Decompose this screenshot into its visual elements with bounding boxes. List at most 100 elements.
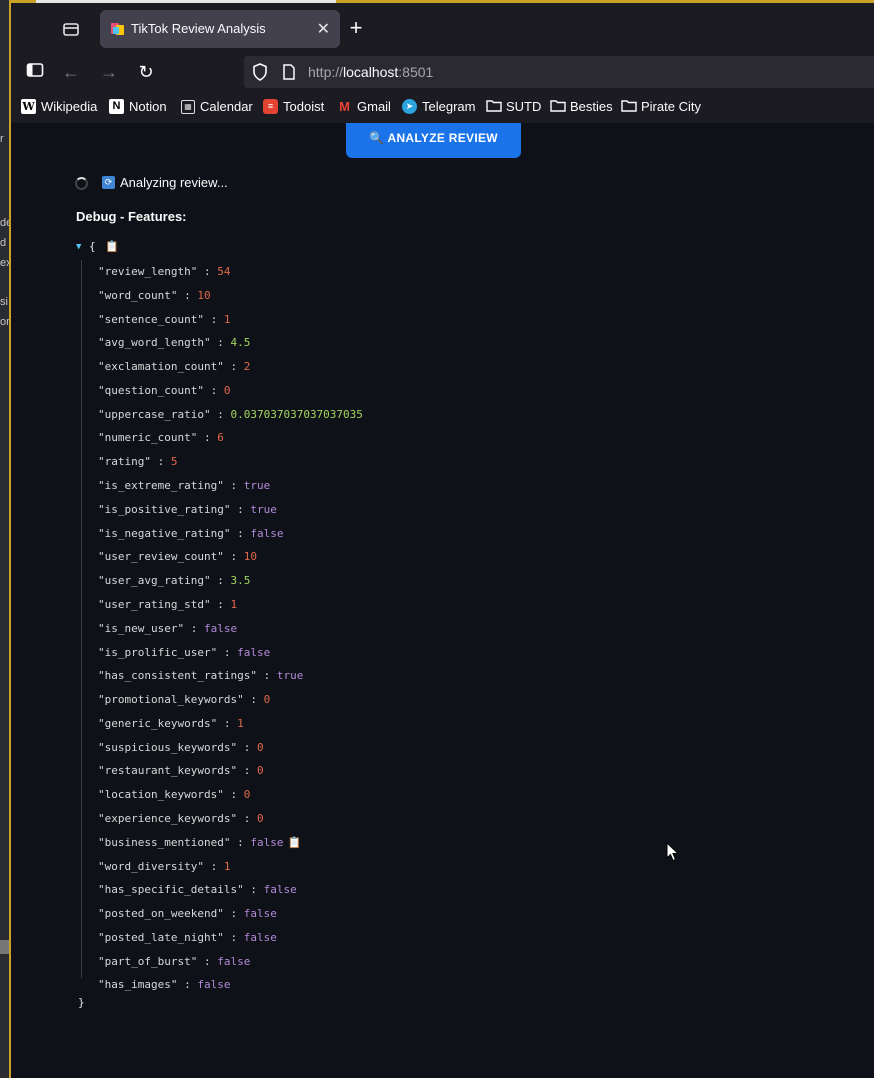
folder-icon	[550, 99, 566, 114]
json-row: "has_consistent_ratings" : true	[98, 668, 363, 692]
address-bar[interactable]: http://localhost:8501	[244, 56, 874, 88]
json-quote: "	[98, 407, 105, 421]
close-tab-icon[interactable]: ✕	[317, 19, 330, 39]
json-separator: " :	[197, 383, 224, 397]
bookmark-calendar[interactable]: ▦ Calendar	[181, 99, 253, 114]
json-key: promotional_keywords	[104, 693, 238, 707]
json-row: "experience_keywords" : 0	[98, 811, 363, 835]
json-separator: " :	[210, 716, 238, 730]
json-value: 5	[170, 455, 178, 469]
json-separator: " :	[170, 288, 198, 302]
loading-spinner-icon	[75, 177, 88, 190]
json-key: numeric_count	[104, 431, 191, 445]
json-separator: " :	[197, 859, 224, 873]
json-quote: "	[98, 930, 105, 944]
json-separator: " :	[230, 740, 257, 754]
json-key: generic_keywords	[104, 716, 211, 730]
streamlit-favicon-icon	[110, 21, 126, 37]
json-row: "numeric_count" : 6	[98, 430, 363, 454]
json-row: "is_positive_rating" : true	[98, 502, 363, 526]
bookmark-wikipedia[interactable]: W Wikipedia	[21, 99, 97, 114]
bookmark-gmail[interactable]: M Gmail	[337, 99, 391, 114]
tab-list-icon[interactable]	[61, 20, 81, 40]
json-row: "restaurant_keywords" : 0	[98, 763, 363, 787]
bookmark-todoist[interactable]: ≡ Todoist	[263, 99, 324, 114]
json-key: has_consistent_ratings	[104, 669, 251, 683]
bookmark-telegram[interactable]: ➤ Telegram	[402, 99, 475, 114]
todoist-icon: ≡	[263, 99, 278, 114]
json-key: question_count	[104, 383, 198, 397]
collapse-toggle-icon[interactable]: ▼	[76, 242, 81, 252]
json-quote: "	[98, 835, 105, 849]
json-separator: " :	[210, 645, 238, 659]
json-separator: " :	[237, 693, 264, 707]
json-quote: "	[98, 526, 105, 540]
clipboard-icon[interactable]: 📋	[287, 836, 301, 849]
json-value: 1	[223, 312, 231, 326]
back-arrow-icon[interactable]: ←	[59, 60, 83, 84]
shield-icon[interactable]	[252, 63, 268, 86]
page-info-icon[interactable]	[282, 64, 296, 85]
json-key: word_count	[104, 288, 171, 302]
json-value: 1	[237, 716, 244, 730]
json-separator: " :	[217, 550, 244, 564]
bookmark-notion[interactable]: N Notion	[109, 99, 167, 114]
active-tab[interactable]: TikTok Review Analysis ✕	[100, 10, 340, 48]
json-quote: "	[98, 383, 105, 397]
json-quote: "	[98, 431, 105, 445]
json-key: is_new_user	[104, 621, 178, 635]
bookmark-label: Besties	[570, 99, 613, 114]
json-row: "suspicious_keywords" : 0	[98, 740, 363, 764]
json-row: "has_specific_details" : false	[98, 882, 363, 906]
json-row: "question_count" : 0	[98, 383, 363, 407]
calendar-icon: ▦	[181, 99, 195, 114]
reload-icon[interactable]: ↻	[134, 60, 158, 84]
json-row: "location_keywords" : 0	[98, 787, 363, 811]
bookmark-folder-pirate-city[interactable]: Pirate City	[621, 99, 701, 114]
refresh-icon: ⟳	[102, 176, 115, 189]
folder-icon	[621, 99, 637, 114]
json-row: "posted_late_night" : false	[98, 930, 363, 954]
json-row: "rating" : 5	[98, 454, 363, 478]
json-key: experience_keywords	[104, 811, 231, 825]
json-value: false	[203, 621, 238, 635]
json-key: word_diversity	[104, 859, 198, 873]
json-key: restaurant_keywords	[104, 764, 231, 778]
json-row: "posted_on_weekend" : false	[98, 906, 363, 930]
json-key: is_negative_rating	[104, 526, 224, 540]
clipboard-icon[interactable]: 📋	[105, 240, 119, 253]
json-key: posted_on_weekend	[104, 907, 218, 921]
json-row: "word_count" : 10	[98, 288, 363, 312]
bookmark-label: Calendar	[200, 99, 253, 114]
json-separator: " :	[203, 597, 231, 611]
json-separator: " :	[217, 479, 244, 493]
json-value: false	[250, 526, 284, 540]
json-quote: "	[98, 645, 105, 659]
json-quote: "	[98, 764, 105, 778]
background-text-fragment: de	[0, 217, 9, 229]
json-separator: " :	[230, 811, 257, 825]
bookmark-folder-besties[interactable]: Besties	[550, 99, 613, 114]
json-key: has_images	[104, 978, 171, 992]
sidebar-toggle-icon[interactable]	[23, 60, 47, 84]
bookmarks-bar: W Wikipedia N Notion ▦ Calendar ≡ Todoist MG…	[11, 91, 874, 123]
json-separator: " :	[250, 669, 277, 683]
bookmark-label: Todoist	[283, 99, 325, 114]
json-key: business_mentioned	[104, 835, 224, 849]
analyze-review-button[interactable]: 🔍 ANALYZE REVIEW	[346, 123, 521, 158]
json-separator: " :	[203, 336, 231, 350]
json-quote: "	[98, 288, 105, 302]
status-text: Analyzing review...	[120, 175, 228, 190]
json-separator: " :	[237, 883, 264, 897]
json-value: false	[243, 907, 277, 921]
json-key: is_extreme_rating	[104, 479, 218, 493]
bookmark-folder-sutd[interactable]: SUTD	[486, 99, 541, 114]
json-value: 1	[230, 597, 238, 611]
json-quote: "	[98, 550, 105, 564]
json-key: review_length	[104, 265, 191, 278]
forward-arrow-icon[interactable]: →	[97, 60, 121, 84]
new-tab-button[interactable]: +	[343, 15, 369, 41]
json-quote: "	[98, 455, 105, 469]
url-host: localhost	[343, 64, 399, 80]
json-separator: " :	[223, 502, 251, 516]
